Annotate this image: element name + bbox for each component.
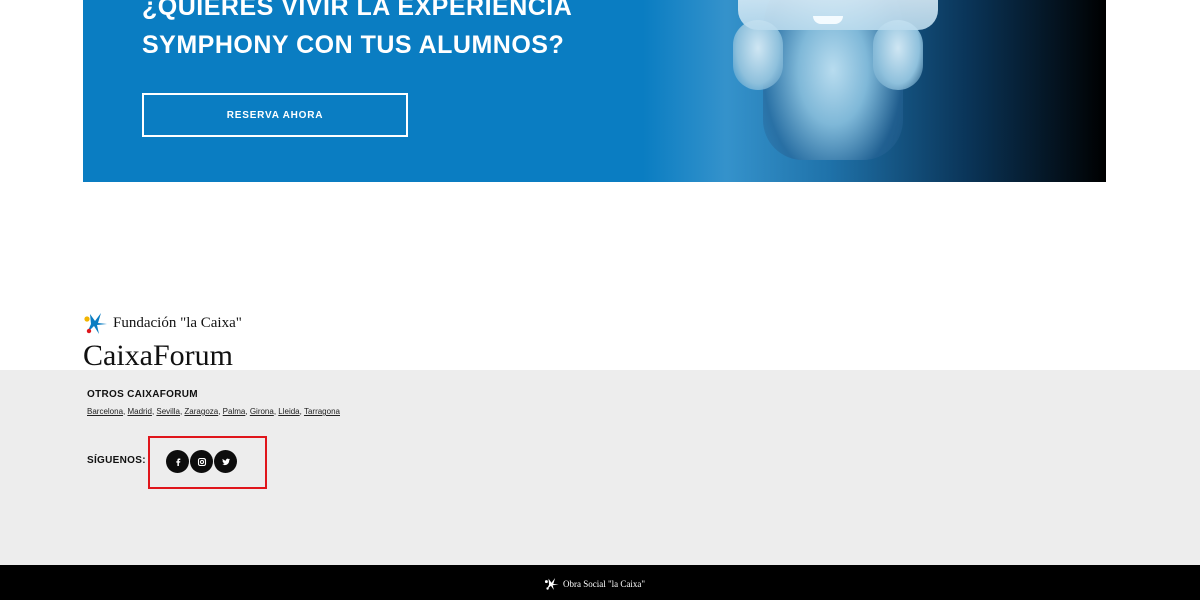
facebook-icon[interactable] [166,450,189,473]
city-link-tarragona[interactable]: Tarragona [304,407,340,416]
caixaforum-logo[interactable]: Fundación "la Caixa" CaixaForum [83,312,242,370]
instagram-icon[interactable] [190,450,213,473]
bottom-bar: Obra Social "la Caixa" [0,565,1200,600]
twitter-icon[interactable] [214,450,237,473]
city-link-palma[interactable]: Palma [223,407,246,416]
promo-banner: ¿QUIERES VIVIR LA EXPERIENCIA SYMPHONY C… [83,0,1106,182]
city-link-girona[interactable]: Girona [250,407,274,416]
obra-social-logo[interactable]: Obra Social "la Caixa" [544,578,645,590]
caixaforum-wordmark: CaixaForum [83,341,233,370]
footer: OTROS CAIXAFORUM Barcelona, Madrid, Sevi… [0,370,1200,565]
foundation-name: Fundación "la Caixa" [113,314,242,331]
city-link-lleida[interactable]: Lleida [278,407,299,416]
banner-title: ¿QUIERES VIVIR LA EXPERIENCIA SYMPHONY C… [142,0,572,64]
social-highlight-box [148,436,267,489]
vr-girl-photo [643,0,1106,182]
city-links: Barcelona, Madrid, Sevilla, Zaragoza, Pa… [87,407,340,416]
city-link-madrid[interactable]: Madrid [127,407,151,416]
banner-title-line-2: SYMPHONY CON TUS ALUMNOS? [142,31,565,59]
follow-us-label: SÍGUENOS: [87,455,146,466]
city-link-zaragoza[interactable]: Zaragoza [184,407,218,416]
social-icons [166,450,237,473]
city-link-barcelona[interactable]: Barcelona [87,407,123,416]
otros-caixaforum-title: OTROS CAIXAFORUM [87,389,198,400]
city-link-sevilla[interactable]: Sevilla [156,407,180,416]
la-caixa-star-icon [544,578,559,590]
obra-social-text: Obra Social "la Caixa" [563,579,646,589]
la-caixa-star-icon [84,313,107,334]
banner-title-line-1: ¿QUIERES VIVIR LA EXPERIENCIA [142,0,573,21]
reserve-now-button[interactable]: RESERVA AHORA [142,93,408,137]
